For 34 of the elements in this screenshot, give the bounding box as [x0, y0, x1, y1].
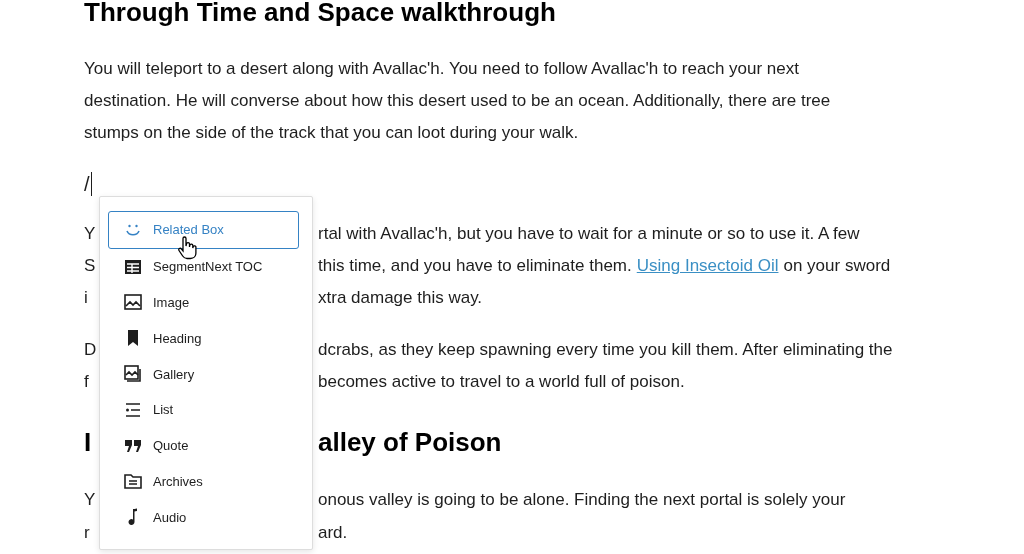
paragraph: You will teleport to a desert along with Avallac'h. You need to follow Avallac'h to reach your next destination. He will converse about how this desert used to be an ocean. Additionally, there are tree stumps on the side of the track that you can loot during your walk.	[84, 58, 832, 144]
inline-link[interactable]: Using Insectoid Oil	[636, 250, 779, 282]
folder-icon	[123, 471, 143, 492]
menu-item[interactable]: Audio	[108, 499, 299, 535]
menu-item[interactable]: Gallery	[108, 356, 299, 392]
article-heading: Through Time and Space walkthrough	[84, 0, 556, 24]
gallery-icon	[123, 364, 143, 384]
text-fragment: Y	[84, 223, 96, 245]
text-fragment: on your sword	[783, 255, 891, 277]
text-fragment: ard.	[318, 522, 348, 544]
menu-item[interactable]: Related Box	[108, 211, 299, 249]
text-fragment: f	[84, 371, 89, 393]
menu-item[interactable]: Quote	[108, 427, 299, 464]
menu-item[interactable]: List	[108, 391, 299, 428]
text-fragment: S	[84, 255, 96, 277]
heading-fragment: alley of Poison	[318, 426, 502, 459]
text-fragment: r	[84, 522, 90, 544]
text-fragment: D	[84, 339, 97, 361]
text-fragment: Y	[84, 489, 96, 511]
image-icon	[123, 292, 143, 313]
text-fragment: xtra damage this way.	[318, 287, 483, 309]
text-fragment: rtal with Avallac'h, but you have to wait for a minute or so to use it. A few	[318, 223, 860, 245]
menu-item[interactable]: Heading	[108, 320, 299, 357]
slash-command-text: /	[84, 172, 90, 197]
text-fragment: onous valley is going to be alone. Finding the next portal is solely your	[318, 489, 846, 511]
hand-cursor-icon	[176, 236, 198, 260]
heading-fragment: I	[84, 426, 92, 459]
menu-item[interactable]: Image	[108, 284, 299, 321]
text-cursor	[90, 172, 92, 196]
text-fragment: dcrabs, as they keep spawning every time you kill them. After eliminating the	[318, 339, 893, 361]
text-fragment: i	[84, 287, 88, 309]
text-fragment: becomes active to travel to a world full of poison.	[318, 371, 685, 393]
menu-item[interactable]: Archives	[108, 463, 299, 500]
text-fragment: this time, and you have to eliminate them.	[318, 255, 632, 277]
